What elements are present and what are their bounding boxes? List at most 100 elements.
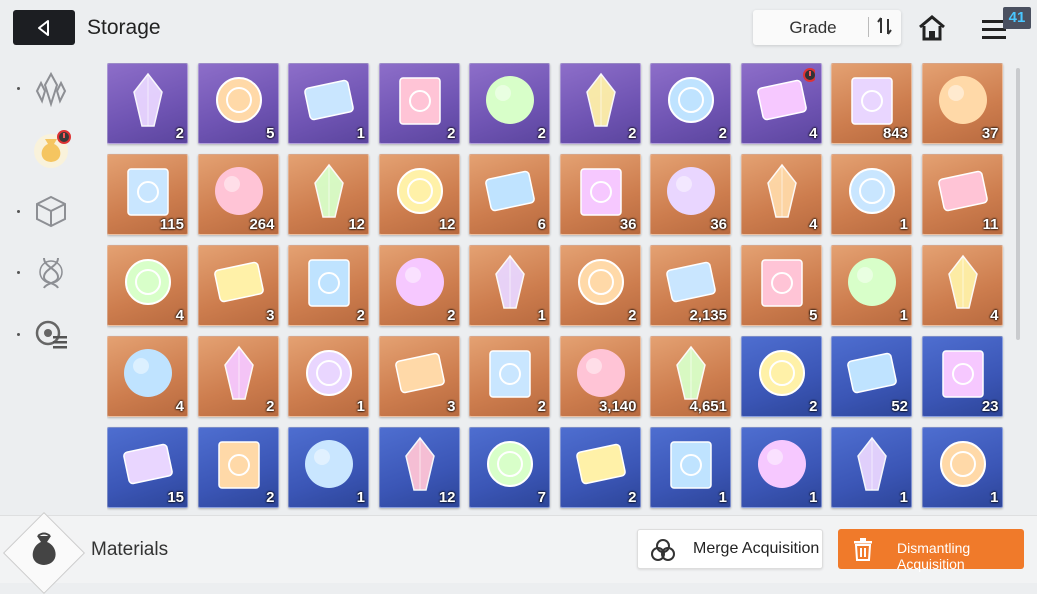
guitar-pick-icon	[394, 352, 445, 394]
golden-crescent-icon	[396, 168, 443, 214]
merge-acquisition-button[interactable]: Merge Acquisition	[637, 529, 823, 569]
item-slot[interactable]: 1	[921, 427, 1003, 508]
silver-medal-shield-icon	[757, 440, 806, 488]
purple-crystal-icon	[667, 167, 715, 215]
sidebar-item-genes[interactable]	[30, 251, 72, 293]
home-icon[interactable]	[916, 12, 948, 44]
item-slot[interactable]: 2	[650, 63, 731, 144]
silver-orb-icon	[398, 77, 441, 125]
item-count: 2	[447, 125, 456, 142]
item-count: 2	[628, 307, 637, 324]
item-slot[interactable]: 2	[197, 427, 279, 508]
item-slot[interactable]: 1	[288, 336, 369, 417]
sort-order-icon[interactable]	[873, 14, 897, 38]
item-slot[interactable]: 1	[831, 154, 912, 235]
item-slot[interactable]: 2	[559, 63, 641, 144]
merge-acquisition-label: Merge Acquisition	[693, 540, 820, 557]
gold-medal-arrow-icon	[577, 259, 624, 305]
item-slot[interactable]: 3,140	[559, 336, 641, 417]
item-count: 2	[809, 398, 818, 415]
sidebar-item-packages[interactable]	[30, 190, 72, 232]
item-slot[interactable]: 2	[559, 427, 641, 508]
item-slot[interactable]: 4	[740, 154, 822, 235]
item-slot[interactable]: 2	[469, 336, 550, 417]
item-slot[interactable]: 37	[921, 63, 1003, 144]
item-slot[interactable]: 12	[378, 154, 460, 235]
item-slot[interactable]: 1	[740, 427, 822, 508]
grid-scrollbar[interactable]	[1016, 68, 1020, 340]
sidebar-item-modules[interactable]	[30, 313, 72, 355]
crystal-icon	[35, 71, 67, 107]
blue-shield-manual-icon	[217, 441, 260, 489]
item-slot[interactable]: 23	[921, 336, 1003, 417]
item-slot[interactable]: 843	[831, 63, 912, 144]
back-button[interactable]	[13, 10, 75, 45]
gear-list-icon	[35, 320, 67, 349]
item-slot[interactable]: 115	[107, 154, 188, 235]
item-count: 2	[537, 398, 546, 415]
item-slot[interactable]: 2,135	[650, 245, 731, 326]
item-slot[interactable]: 2	[559, 245, 641, 326]
silver-medal-box-icon	[857, 436, 887, 491]
item-slot[interactable]: 36	[559, 154, 641, 235]
gold-medal-box-icon	[495, 254, 525, 309]
item-slot[interactable]: 6	[469, 154, 550, 235]
dismantling-acquisition-button[interactable]: Dismantling Acquisition	[838, 529, 1024, 572]
purple-eye-icon	[314, 163, 344, 218]
item-slot[interactable]: 1	[469, 245, 550, 326]
item-slot[interactable]: 11	[921, 154, 1003, 235]
item-slot[interactable]: 52	[831, 336, 912, 417]
item-slot[interactable]: 2	[469, 63, 550, 144]
blue-globe-manual-icon	[575, 443, 626, 485]
item-slot[interactable]: 12	[378, 427, 460, 508]
item-slot[interactable]: 7	[469, 427, 550, 508]
item-slot[interactable]: 5	[197, 63, 279, 144]
item-slot[interactable]: 2	[740, 336, 822, 417]
dna-icon	[39, 257, 63, 289]
item-count: 52	[891, 398, 908, 415]
cube-icon	[36, 195, 66, 228]
item-slot[interactable]: 5	[740, 245, 822, 326]
arrow-manual-icon	[213, 261, 264, 303]
item-slot[interactable]: 1	[831, 245, 912, 326]
item-slot[interactable]: 1	[288, 63, 369, 144]
item-slot[interactable]: 4	[107, 245, 188, 326]
item-slot[interactable]: 264	[197, 154, 279, 235]
item-count: 4,651	[689, 398, 727, 415]
item-count: 1	[899, 489, 908, 506]
item-slot[interactable]: 15	[107, 427, 188, 508]
sidebar-item-materials[interactable]	[30, 128, 72, 170]
card-pair-icon	[133, 72, 163, 127]
item-slot[interactable]: 2	[378, 63, 460, 144]
item-slot[interactable]: 4,651	[650, 336, 731, 417]
item-slot[interactable]: 1	[288, 427, 369, 508]
item-slot[interactable]: 1	[650, 427, 731, 508]
item-slot[interactable]: 2	[378, 245, 460, 326]
item-slot[interactable]: 3	[197, 245, 279, 326]
sort-label: Grade	[789, 18, 837, 37]
beast-head-icon	[486, 76, 534, 124]
item-count: 1	[356, 125, 365, 142]
item-slot[interactable]: 36	[650, 154, 731, 235]
category-label: Materials	[91, 539, 169, 560]
item-slot[interactable]: 4	[107, 336, 188, 417]
item-slot[interactable]: 1	[831, 427, 912, 508]
item-slot[interactable]: 3	[378, 336, 460, 417]
black-urchin-icon	[676, 345, 706, 400]
ancient-page-icon	[489, 350, 531, 398]
item-slot[interactable]: 4	[921, 245, 1003, 326]
item-count: 1	[809, 489, 818, 506]
item-slot[interactable]: 2	[288, 245, 369, 326]
item-slot[interactable]: 12	[288, 154, 369, 235]
dreamcatcher-icon	[223, 345, 254, 400]
item-count: 7	[537, 489, 546, 506]
item-slot[interactable]: 2	[107, 63, 188, 144]
item-slot[interactable]: 4	[740, 63, 822, 144]
merge-icon	[651, 539, 675, 561]
sidebar-item-crystals[interactable]	[30, 68, 72, 110]
sort-divider	[868, 17, 869, 37]
yellow-shards-icon	[666, 261, 716, 303]
eye-manual-icon	[937, 170, 988, 212]
item-slot[interactable]: 2	[197, 336, 279, 417]
sidebar-dot	[17, 333, 20, 336]
